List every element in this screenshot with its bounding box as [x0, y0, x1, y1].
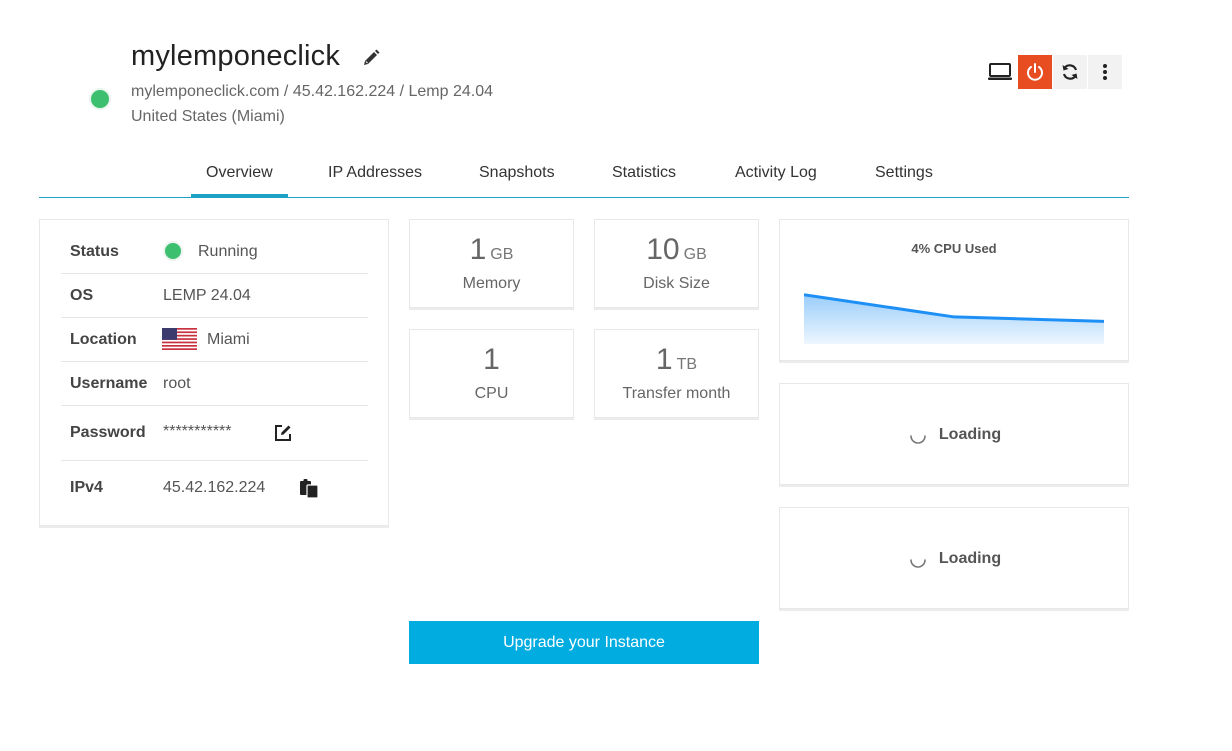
transfer-card: 1 TB Transfer month: [594, 329, 759, 418]
os-value: LEMP 24.04: [163, 287, 251, 304]
disk-label: Disk Size: [643, 275, 710, 292]
power-icon: [1027, 63, 1043, 81]
transfer-label: Transfer month: [622, 385, 731, 402]
loading-text: Loading: [938, 426, 1002, 443]
memory-amount: 1 GB: [410, 233, 573, 267]
tab-bar: Overview IP Addresses Snapshots Statisti…: [39, 152, 1129, 198]
loading-text: Loading: [938, 550, 1002, 567]
reboot-button[interactable]: [1053, 55, 1087, 89]
disk-unit: GB: [683, 246, 707, 263]
cpu-usage-title: 4% CPU Used: [911, 241, 997, 256]
info-row-status: Status Running: [61, 230, 368, 274]
transfer-amount: 1 TB: [595, 343, 758, 377]
edit-name-icon[interactable]: [361, 48, 381, 68]
status-value: Running: [198, 243, 258, 260]
console-button[interactable]: [983, 55, 1017, 89]
instance-actions: [983, 55, 1122, 89]
status-label: Status: [70, 243, 119, 260]
us-flag-icon: [162, 328, 197, 350]
cpu-label: CPU: [474, 385, 509, 402]
instance-status-indicator: [89, 88, 111, 110]
info-row-password: Password ***********: [61, 406, 368, 461]
power-button[interactable]: [1018, 55, 1052, 89]
info-row-os: OS LEMP 24.04: [61, 274, 368, 318]
tab-activity-log[interactable]: Activity Log: [735, 164, 817, 182]
loading-card-2: Loading: [779, 507, 1129, 609]
ipv4-value: 45.42.162.224: [163, 479, 266, 496]
password-label: Password: [70, 424, 146, 441]
instance-info-card: Status Running OS LEMP 24.04 Location Mi…: [39, 219, 389, 526]
memory-value: 1: [469, 233, 487, 266]
memory-card: 1 GB Memory: [409, 219, 574, 308]
loading-indicator: Loading: [780, 424, 1128, 446]
cpu-usage-card: 4% CPU Used: [779, 219, 1129, 361]
tab-statistics[interactable]: Statistics: [612, 164, 676, 182]
instance-subtitle: mylemponeclick.com / 45.42.162.224 / Lem…: [131, 83, 493, 100]
loading-indicator: Loading: [780, 548, 1128, 570]
cpu-usage-chart: [804, 293, 1105, 344]
tab-settings[interactable]: Settings: [875, 164, 933, 182]
copy-icon[interactable]: [299, 479, 319, 499]
spinner-icon: [910, 435, 926, 444]
tab-ip-addresses[interactable]: IP Addresses: [328, 164, 422, 182]
transfer-value: 1: [655, 343, 673, 376]
disk-value: 10: [646, 233, 680, 266]
loading-card-1: Loading: [779, 383, 1129, 485]
cpu-value: 1: [483, 343, 500, 376]
refresh-icon: [1062, 64, 1078, 80]
upgrade-instance-button[interactable]: Upgrade your Instance: [409, 621, 759, 664]
more-vertical-icon: [1103, 64, 1107, 80]
edit-password-icon[interactable]: [273, 423, 293, 443]
running-indicator: [163, 241, 183, 261]
info-row-ipv4: IPv4 45.42.162.224: [61, 461, 368, 516]
info-row-username: Username root: [61, 362, 368, 406]
memory-unit: GB: [490, 246, 514, 263]
tab-snapshots[interactable]: Snapshots: [479, 164, 555, 182]
disk-amount: 10 GB: [595, 233, 758, 267]
page-title: mylemponeclick: [131, 40, 341, 72]
location-value: Miami: [207, 331, 250, 348]
memory-label: Memory: [462, 275, 521, 292]
username-label: Username: [70, 375, 148, 392]
cpu-card: 1 CPU: [409, 329, 574, 418]
username-value: root: [163, 375, 191, 392]
monitor-icon: [988, 63, 1012, 80]
disk-card: 10 GB Disk Size: [594, 219, 759, 308]
cpu-amount: 1: [410, 343, 573, 377]
more-options-button[interactable]: [1088, 55, 1122, 89]
ipv4-label: IPv4: [70, 479, 103, 496]
info-row-location: Location Miami: [61, 318, 368, 362]
instance-location: United States (Miami): [131, 108, 285, 125]
tab-overview[interactable]: Overview: [191, 164, 288, 197]
transfer-unit: TB: [676, 356, 698, 373]
os-label: OS: [70, 287, 94, 304]
password-value: ***********: [163, 423, 232, 440]
location-label: Location: [70, 331, 137, 348]
spinner-icon: [910, 559, 926, 568]
